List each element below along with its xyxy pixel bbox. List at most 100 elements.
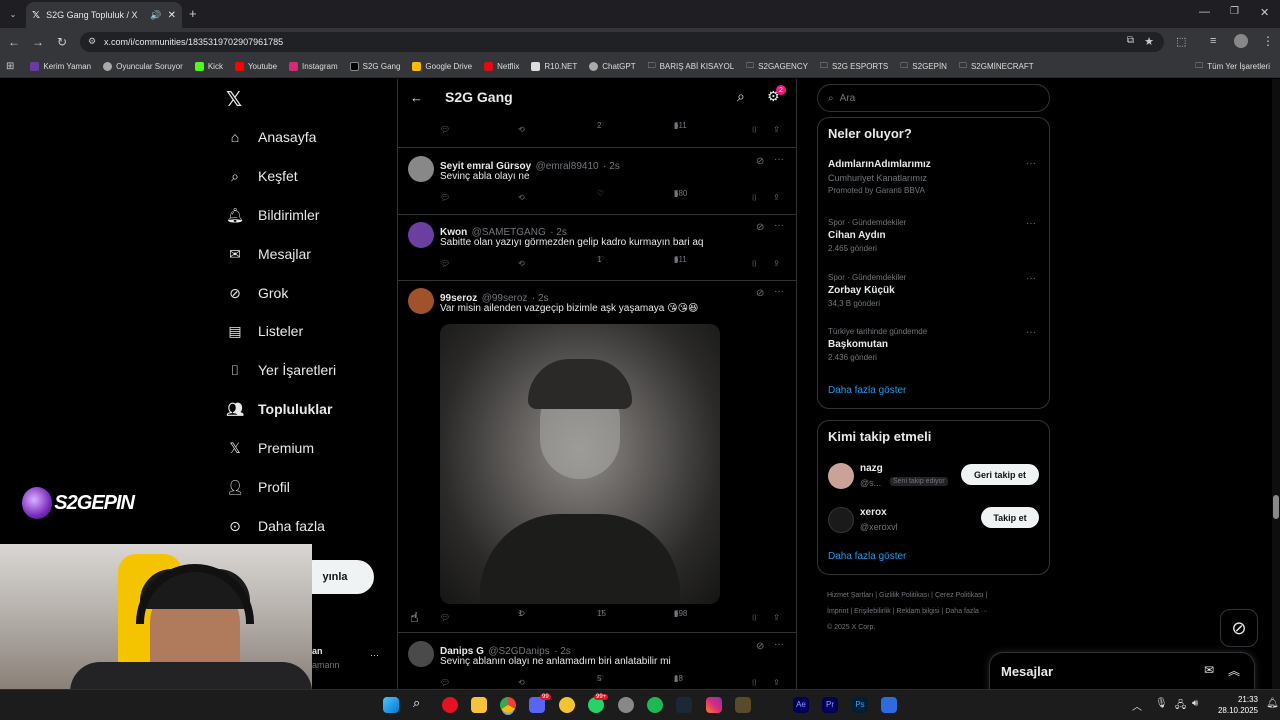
share-icon[interactable]: ⇪: [773, 259, 780, 268]
tweet[interactable]: 99seroz @99seroz · 2s ⊘ ··· Var misin ai…: [398, 281, 796, 633]
premiere-icon[interactable]: Pr: [822, 697, 838, 713]
follow-button[interactable]: Takip et: [981, 507, 1039, 528]
page-scrollbar[interactable]: [1272, 79, 1280, 689]
bookmark-item[interactable]: S2G Gang: [344, 62, 407, 71]
avatar[interactable]: [408, 156, 434, 182]
file-explorer-icon[interactable]: [471, 697, 487, 713]
more-icon[interactable]: ···: [1026, 218, 1036, 229]
footer-link[interactable]: İmprint: [827, 608, 848, 615]
more-icon[interactable]: ···: [774, 220, 784, 231]
cast-icon[interactable]: ⧉: [1127, 35, 1134, 46]
extensions-icon[interactable]: ⬚: [1176, 35, 1186, 48]
show-more-link[interactable]: Daha fazla göster: [828, 551, 906, 562]
more-icon[interactable]: ···: [774, 286, 784, 297]
footer-link[interactable]: Erişilebilirlik: [854, 608, 891, 615]
new-tab-icon[interactable]: +: [189, 6, 197, 21]
tray-chevron-icon[interactable]: ︿: [1132, 698, 1142, 713]
bookmark-item[interactable]: R10.NET: [525, 62, 583, 71]
emoji-app-icon[interactable]: [559, 697, 575, 713]
nav-messages[interactable]: ✉ Mesajlar: [226, 245, 311, 263]
bookmark-folder[interactable]: 🗀 S2GMİNECRAFT: [953, 60, 1040, 74]
reply-icon[interactable]: 💬︎: [440, 678, 450, 687]
reply-icon[interactable]: 💬︎: [440, 193, 450, 202]
reply-icon[interactable]: 💬︎: [440, 125, 450, 134]
app-icon[interactable]: [618, 697, 634, 713]
maximize-icon[interactable]: ❐: [1230, 6, 1239, 17]
game-icon[interactable]: [735, 697, 751, 713]
bookmark-item[interactable]: Youtube: [229, 62, 283, 71]
x-logo-icon[interactable]: 𝕏: [226, 87, 242, 112]
follow-back-button[interactable]: Geri takip et: [961, 464, 1039, 485]
apps-icon[interactable]: ⊞: [6, 61, 14, 72]
footer-link[interactable]: Daha fazla ···: [945, 608, 987, 615]
notification-icon[interactable]: 🔔︎: [1266, 698, 1279, 709]
bookmark-icon[interactable]: ⌷: [752, 613, 757, 623]
more-icon[interactable]: ···: [774, 639, 784, 650]
network-icon[interactable]: 🖧: [1175, 698, 1186, 715]
trend-item[interactable]: Spor · Gündemdekiler Zorbay Küçük 34,3 B…: [828, 273, 906, 308]
retweet-icon[interactable]: ⟲: [518, 678, 525, 687]
grok-icon[interactable]: ⊘: [756, 641, 764, 652]
grok-icon[interactable]: ⊘: [756, 156, 764, 167]
share-icon[interactable]: ⇪: [773, 613, 780, 622]
close-window-icon[interactable]: ✕: [1260, 6, 1269, 19]
reply-icon[interactable]: 💬︎: [440, 613, 450, 622]
bookmark-icon[interactable]: ⌷: [752, 259, 757, 269]
footer-link[interactable]: Reklam bilgisi: [896, 608, 939, 615]
back-icon[interactable]: ←: [8, 35, 20, 49]
account-switcher[interactable]: an amann ···: [312, 644, 392, 674]
new-message-icon[interactable]: ✉: [1204, 663, 1214, 677]
footer-link[interactable]: Gizlilik Politikası: [879, 592, 929, 599]
nav-notifications[interactable]: 🔔︎ Bildirimler: [226, 206, 319, 224]
grok-floating-button[interactable]: ⊘: [1220, 609, 1258, 647]
photoshop-icon[interactable]: Ps: [852, 697, 868, 713]
tweet[interactable]: Danips G @S2GDanips · 2s ⊘ ··· Sevinç ab…: [398, 634, 796, 689]
tweet[interactable]: Seyit emral Gürsoy @emral89410 · 2s ⊘ ··…: [398, 149, 796, 215]
forward-icon[interactable]: →: [32, 35, 44, 49]
trend-item[interactable]: Spor · Gündemdekiler Cihan Aydın 2.465 g…: [828, 218, 906, 253]
bookmark-folder[interactable]: 🗀 S2GEPİN: [894, 60, 953, 74]
avatar[interactable]: [408, 222, 434, 248]
reply-icon[interactable]: 💬︎: [440, 259, 450, 268]
bookmark-item[interactable]: Netflix: [478, 62, 525, 71]
share-icon[interactable]: ⇪: [773, 125, 780, 134]
grok-icon[interactable]: ⊘: [756, 222, 764, 233]
bookmark-folder[interactable]: 🗀 S2G ESPORTS: [814, 60, 894, 74]
avatar[interactable]: [408, 288, 434, 314]
speaker-icon[interactable]: 🔊: [150, 10, 161, 21]
nav-premium[interactable]: 𝕏 Premium: [226, 439, 314, 457]
menu-icon[interactable]: ⋮: [1262, 34, 1274, 48]
more-icon[interactable]: ···: [1026, 327, 1036, 338]
microphone-icon[interactable]: 🎙︎: [1155, 698, 1168, 709]
bookmark-star-icon[interactable]: ★: [1144, 35, 1154, 48]
nav-bookmarks[interactable]: ⌷ Yer İşaretleri: [226, 361, 336, 379]
tweet[interactable]: Kwon @SAMETGANG · 2s ⊘ ··· Sabitte olan …: [398, 215, 796, 281]
more-icon[interactable]: ···: [1026, 273, 1036, 284]
close-tab-icon[interactable]: ✕: [168, 10, 176, 21]
chrome-icon[interactable]: [500, 697, 516, 713]
bookmark-folder[interactable]: 🗀 BARIŞ ABİ KISAYOL: [642, 60, 741, 74]
scrollbar-thumb[interactable]: [1273, 495, 1279, 519]
retweet-icon[interactable]: ⟲: [518, 193, 525, 202]
share-icon[interactable]: ⇪: [773, 193, 780, 202]
expand-icon[interactable]: ︽: [1228, 662, 1240, 679]
account-more-icon[interactable]: ···: [370, 650, 379, 660]
bookmark-icon[interactable]: ⌷: [752, 125, 757, 135]
bookmark-item[interactable]: Kerim Yaman: [24, 62, 97, 71]
windows-start-icon[interactable]: [383, 697, 399, 713]
trend-item[interactable]: Türkiye tarihinde gündemde Başkomutan 2.…: [828, 327, 927, 362]
footer-link[interactable]: Hizmet Şartları: [827, 592, 873, 599]
profile-icon[interactable]: [1234, 34, 1248, 48]
all-bookmarks-folder[interactable]: 🗀 Tüm Yer İşaretleri: [1189, 60, 1276, 74]
clock[interactable]: 21:33 28.10.2025: [1208, 694, 1258, 716]
avatar[interactable]: [408, 641, 434, 667]
nav-lists[interactable]: ▤ Listeler: [226, 322, 303, 340]
after-effects-icon[interactable]: Ae: [793, 697, 809, 713]
search-icon[interactable]: ⌕: [413, 695, 429, 711]
steam-icon[interactable]: [676, 697, 692, 713]
share-icon[interactable]: ⇪: [773, 678, 780, 687]
promoted-trend[interactable]: AdımlarınAdımlarımız Cumhuriyet Kanatlar…: [828, 159, 1040, 195]
browser-tab[interactable]: 𝕏 S2G Gang Topluluk / X 🔊 ✕: [26, 2, 182, 28]
footer-link[interactable]: Çerez Politikası: [935, 592, 984, 599]
back-arrow-icon[interactable]: ←: [410, 90, 423, 105]
